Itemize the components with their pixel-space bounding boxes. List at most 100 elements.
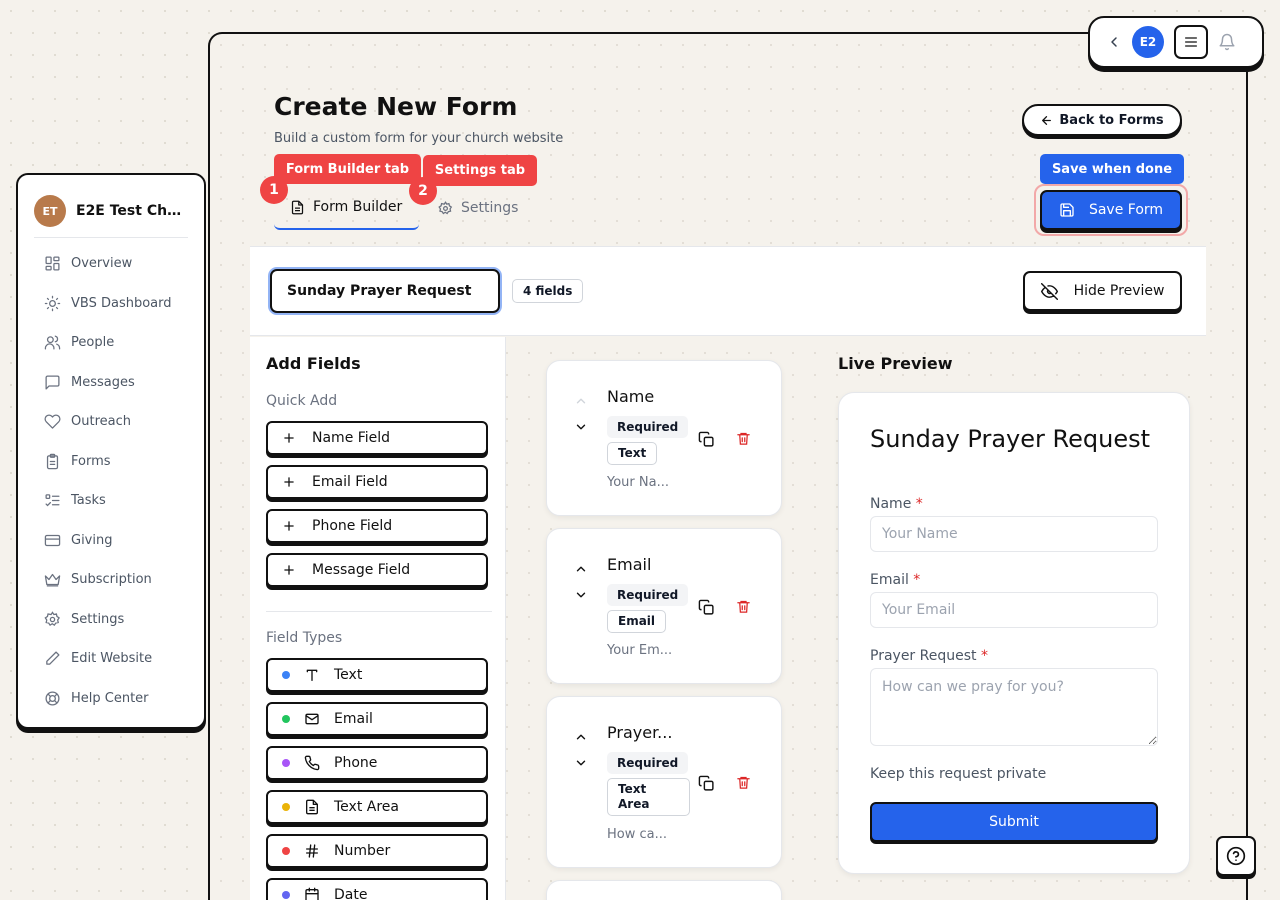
chevron-down-icon[interactable]: [574, 420, 588, 434]
heart-icon: [44, 414, 61, 429]
preview-email-input[interactable]: [870, 592, 1158, 628]
tab-form-builder[interactable]: Form Builder: [274, 186, 419, 230]
save-form-label: Save Form: [1088, 202, 1164, 218]
trash-icon[interactable]: [736, 431, 751, 446]
field-card-email[interactable]: Email Required Email Your Em...: [546, 528, 782, 684]
section-divider: [266, 611, 492, 612]
field-card-placeholder: Your Na...: [607, 475, 669, 490]
field-type-email-button[interactable]: Email: [266, 702, 488, 736]
tab-label: Settings: [461, 200, 519, 216]
quick-add-title: Quick Add: [266, 393, 338, 409]
required-badge: Required: [607, 752, 689, 774]
preview-submit-button[interactable]: Submit: [870, 802, 1158, 842]
clipboard-icon: [46, 453, 59, 469]
back-to-forms-button[interactable]: Back to Forms: [1022, 104, 1182, 136]
preview-label-text: Name: [870, 496, 912, 512]
message-icon: [45, 375, 60, 390]
plus-icon: [284, 565, 294, 575]
file-text-icon: [306, 799, 318, 815]
field-card-partial[interactable]: [546, 880, 782, 900]
field-card-placeholder: How ca...: [607, 827, 668, 842]
sidebar-item-messages[interactable]: Messages: [34, 363, 188, 403]
chevron-down-icon[interactable]: [574, 756, 588, 770]
sidebar-item-edit-website[interactable]: Edit Website: [34, 639, 188, 679]
sidebar-item-tasks[interactable]: Tasks: [34, 481, 188, 521]
page-title: Create New Form: [274, 92, 518, 121]
field-type-phone-button[interactable]: Phone: [266, 746, 488, 780]
sidebar-item-giving[interactable]: Giving: [34, 521, 188, 561]
preview-prayer-textarea[interactable]: [870, 668, 1158, 746]
sidebar-item-settings[interactable]: Settings: [34, 600, 188, 640]
quick-add-label: Name Field: [312, 430, 391, 446]
gear-icon: [438, 200, 453, 214]
field-card-placeholder: Your Em...: [607, 643, 673, 658]
field-type-label: Text: [334, 667, 363, 683]
sidebar-item-vbs-dashboard[interactable]: VBS Dashboard: [34, 284, 188, 324]
field-card-prayer[interactable]: Prayer... Required Text Area How ca...: [546, 696, 782, 868]
copy-icon[interactable]: [698, 599, 715, 616]
required-star: *: [913, 572, 921, 588]
quick-add-message-button[interactable]: Message Field: [266, 553, 488, 587]
chevron-left-icon[interactable]: [1106, 34, 1122, 50]
sidebar-item-people[interactable]: People: [34, 323, 188, 363]
help-button[interactable]: [1216, 836, 1256, 876]
type-color-dot: [282, 891, 290, 899]
tab-settings[interactable]: Settings: [438, 186, 518, 230]
eye-off-icon: [1040, 282, 1058, 300]
live-preview-title: Live Preview: [838, 354, 953, 373]
sidebar-item-label: Help Center: [71, 690, 149, 706]
quick-add-phone-button[interactable]: Phone Field: [266, 509, 488, 543]
field-type-badge: Email: [607, 610, 667, 633]
org-switcher[interactable]: ET E2E Test Church: [34, 195, 188, 238]
field-count-badge: 4 fields: [512, 279, 584, 303]
trash-icon[interactable]: [736, 775, 751, 790]
top-toolbar: E2: [1088, 16, 1264, 68]
hash-icon: [306, 844, 318, 858]
sidebar-item-help-center[interactable]: Help Center: [34, 679, 188, 719]
preview-label-text: Prayer Request: [870, 648, 977, 664]
preview-name-label: Name *: [870, 496, 923, 512]
preview-private-label[interactable]: Keep this request private: [870, 766, 1046, 782]
field-type-label: Phone: [334, 755, 378, 771]
field-type-number-button[interactable]: Number: [266, 834, 488, 868]
field-type-textarea-button[interactable]: Text Area: [266, 790, 488, 824]
quick-add-name-button[interactable]: Name Field: [266, 421, 488, 455]
sidebar-item-label: Subscription: [71, 572, 152, 588]
copy-icon[interactable]: [698, 431, 715, 448]
required-badge: Required: [607, 416, 689, 438]
field-card-title: Email: [607, 555, 652, 574]
user-avatar[interactable]: E2: [1132, 26, 1164, 58]
chevron-up-icon[interactable]: [574, 730, 588, 744]
field-card-name[interactable]: Name Required Text Your Na...: [546, 360, 782, 516]
sidebar-item-label: Giving: [71, 532, 113, 548]
required-badge: Required: [607, 584, 689, 606]
form-name-input[interactable]: [270, 269, 500, 313]
field-card-title: Prayer...: [607, 723, 673, 742]
chevron-down-icon[interactable]: [574, 588, 588, 602]
plus-icon: [284, 433, 294, 443]
menu-button[interactable]: [1174, 25, 1208, 59]
sidebar-item-subscription[interactable]: Subscription: [34, 560, 188, 600]
hide-preview-button[interactable]: Hide Preview: [1023, 271, 1182, 311]
preview-name-input[interactable]: [870, 516, 1158, 552]
gear-icon: [44, 611, 60, 626]
preview-label-text: Email: [870, 572, 909, 588]
org-name: E2E Test Church: [76, 203, 186, 219]
copy-icon[interactable]: [698, 775, 715, 792]
bell-icon[interactable]: [1218, 33, 1236, 51]
sidebar-item-overview[interactable]: Overview: [34, 244, 188, 284]
field-type-text-button[interactable]: Text: [266, 658, 488, 692]
sidebar-item-label: VBS Dashboard: [71, 295, 172, 311]
users-icon: [44, 335, 61, 350]
field-type-label: Date: [334, 887, 368, 900]
trash-icon[interactable]: [736, 599, 751, 614]
text-icon: [306, 669, 318, 681]
field-type-date-button[interactable]: Date: [266, 878, 488, 900]
field-type-label: Email: [334, 711, 373, 727]
sidebar-item-forms[interactable]: Forms: [34, 442, 188, 482]
sidebar-item-outreach[interactable]: Outreach: [34, 402, 188, 442]
quick-add-email-button[interactable]: Email Field: [266, 465, 488, 499]
file-icon: [291, 200, 304, 214]
chevron-up-icon[interactable]: [574, 562, 588, 576]
save-form-button[interactable]: Save Form: [1040, 190, 1182, 230]
